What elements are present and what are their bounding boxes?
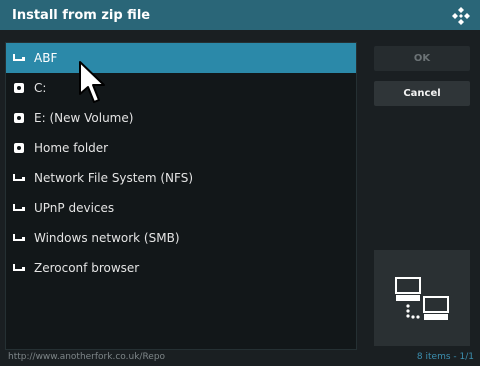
preview-panel (374, 250, 470, 346)
kodi-logo-icon (452, 7, 470, 25)
network-share-icon (13, 234, 25, 241)
source-item-zeroconf[interactable]: Zeroconf browser (6, 253, 356, 283)
hard-drive-icon (14, 113, 24, 123)
cancel-button[interactable]: Cancel (374, 81, 470, 106)
source-item-nfs[interactable]: Network File System (NFS) (6, 163, 356, 193)
network-share-icon (13, 54, 25, 61)
dialog-titlebar: Install from zip file (0, 0, 480, 30)
source-list: ABF C: E: (New Volume) Home folder Netwo… (5, 42, 357, 350)
source-item-smb[interactable]: Windows network (SMB) (6, 223, 356, 253)
source-item-e-drive[interactable]: E: (New Volume) (6, 103, 356, 133)
hard-drive-icon (14, 143, 24, 153)
source-item-upnp[interactable]: UPnP devices (6, 193, 356, 223)
source-item-label: Zeroconf browser (34, 261, 140, 275)
dialog-title: Install from zip file (12, 7, 151, 23)
source-item-c-drive[interactable]: C: (6, 73, 356, 103)
mouse-cursor-icon (79, 61, 105, 103)
source-item-label: Network File System (NFS) (34, 171, 194, 185)
source-item-label: ABF (34, 51, 58, 65)
source-item-label: UPnP devices (34, 201, 115, 215)
network-share-icon (13, 204, 25, 211)
ok-button[interactable]: OK (374, 46, 470, 71)
network-share-icon (13, 174, 25, 181)
network-share-icon (13, 264, 25, 271)
source-item-label: C: (34, 81, 47, 95)
hard-drive-icon (14, 83, 24, 93)
network-computers-icon (395, 277, 449, 320)
footer-item-count: 8 items - 1/1 (416, 352, 474, 362)
source-item-label: Windows network (SMB) (34, 231, 180, 245)
source-item-home-folder[interactable]: Home folder (6, 133, 356, 163)
source-item-label: E: (New Volume) (34, 111, 134, 125)
source-item-abf[interactable]: ABF (6, 43, 356, 73)
footer-path: http://www.anotherfork.co.uk/Repo (8, 352, 166, 362)
source-item-label: Home folder (34, 141, 109, 155)
